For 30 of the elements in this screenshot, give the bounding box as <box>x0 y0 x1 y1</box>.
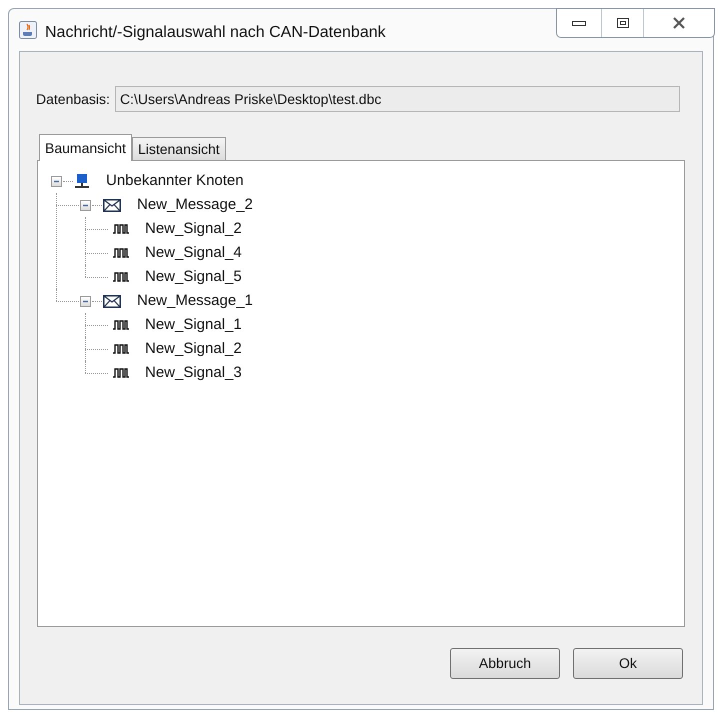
close-icon <box>672 17 686 29</box>
pulse-icon <box>113 344 129 354</box>
collapse-toggle[interactable] <box>80 296 91 306</box>
tree-item[interactable]: New_Message_2 <box>137 194 253 216</box>
tree-item[interactable]: New_Signal_4 <box>145 242 242 264</box>
computer-icon <box>74 174 90 188</box>
pulse-icon <box>113 224 129 234</box>
tab[interactable]: Baumansicht <box>39 134 132 161</box>
window-title: Nachricht/-Signalauswahl nach CAN-Datenbank <box>45 23 386 43</box>
collapse-toggle[interactable] <box>51 176 62 186</box>
envelope-icon <box>103 198 121 212</box>
coffee-cup-icon <box>19 21 37 39</box>
pulse-icon <box>113 272 129 282</box>
tab[interactable]: Listenansicht <box>132 137 226 160</box>
tree-item[interactable]: New_Signal_2 <box>145 218 242 240</box>
tree-item[interactable]: New_Signal_2 <box>145 338 242 360</box>
collapse-toggle[interactable] <box>80 200 91 210</box>
database-path-field[interactable]: C:\Users\Andreas Priske\Desktop\test.dbc <box>114 86 680 112</box>
dialog-button[interactable]: Ok <box>573 648 683 679</box>
tree-item[interactable]: Unbekannter Knoten <box>106 170 244 192</box>
tree-item[interactable]: New_Signal_5 <box>145 266 242 288</box>
pulse-icon <box>113 248 129 258</box>
database-label: Datenbasis: <box>36 90 110 108</box>
envelope-icon <box>103 294 121 308</box>
pulse-icon <box>113 320 129 330</box>
tree-item[interactable]: New_Signal_1 <box>145 314 242 336</box>
tree-item[interactable]: New_Message_1 <box>137 290 253 312</box>
dialog-button[interactable]: Abbruch <box>450 648 560 679</box>
pulse-icon <box>113 368 129 378</box>
tree-item[interactable]: New_Signal_3 <box>145 362 242 384</box>
